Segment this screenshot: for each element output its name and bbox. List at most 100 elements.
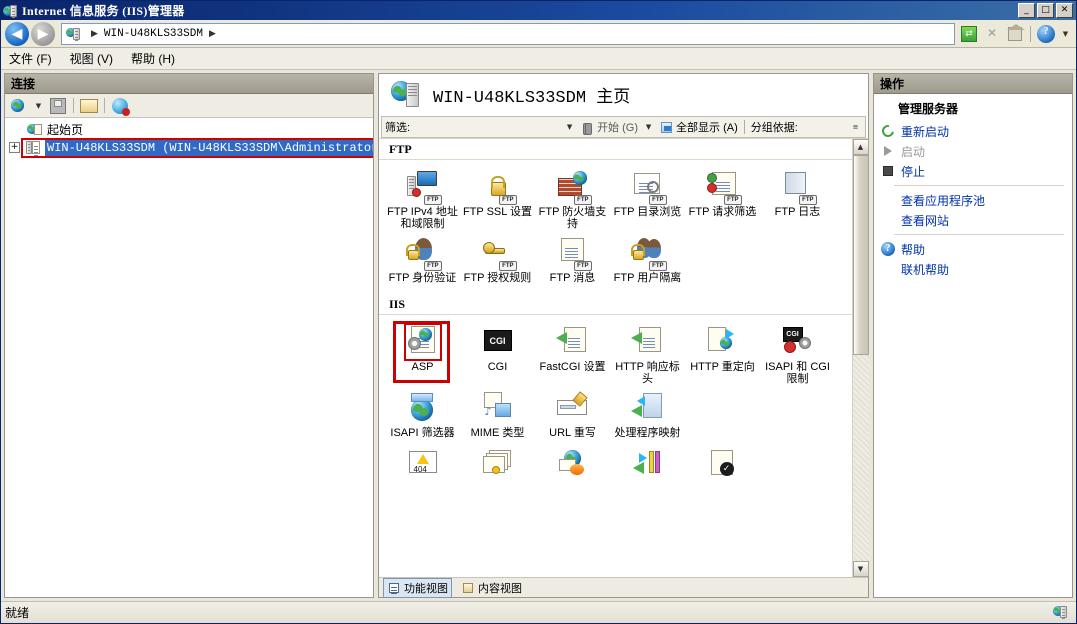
action-help[interactable]: ? 帮助 <box>874 239 1072 259</box>
server-node-icon <box>25 140 41 156</box>
feature-request-filtering[interactable]: ✓ <box>685 445 760 487</box>
spacer-icon <box>880 192 896 208</box>
filter-input[interactable] <box>414 118 560 136</box>
show-all-button[interactable]: 全部显示 (A) <box>659 119 738 135</box>
breadcrumb-server[interactable]: WIN-U48KLS33SDM <box>104 28 203 40</box>
forward-arrow-icon[interactable]: ▶ <box>31 21 55 46</box>
actions-header: 操作 <box>874 74 1072 94</box>
action-restart[interactable]: 重新启动 <box>874 121 1072 141</box>
features-vertical-scrollbar[interactable]: ▲ ▼ <box>852 139 869 577</box>
menu-item-view[interactable]: 视图 (V) <box>70 50 113 67</box>
filter-go-dropdown-arrow-icon[interactable]: ▼ <box>642 119 655 135</box>
minimize-button[interactable]: _ <box>1018 3 1035 18</box>
maximize-button[interactable]: □ <box>1037 3 1054 18</box>
action-stop[interactable]: 停止 <box>874 161 1072 181</box>
back-arrow-icon[interactable]: ◀ <box>5 21 29 46</box>
menu-item-file[interactable]: 文件 (F) <box>9 50 52 67</box>
feature-label: ISAPI 和 CGI 限制 <box>765 361 830 385</box>
scroll-down-button[interactable]: ▼ <box>852 561 869 577</box>
ftp-messages-icon: FTP <box>556 236 592 271</box>
binoculars-icon <box>580 120 595 135</box>
feature-label: ISAPI 筛选器 <box>390 427 455 439</box>
filter-dropdown-arrow-icon[interactable]: ▼ <box>563 119 576 135</box>
feature-grid-ftp: FTP FTP IPv4 地址和域限制 FTP FTP SSL 设置 FTP F… <box>379 160 852 288</box>
home-icon[interactable] <box>1005 23 1025 44</box>
feature-ftp-ipv4-restrictions[interactable]: FTP FTP IPv4 地址和域限制 <box>385 166 460 232</box>
server-certificates-icon <box>481 449 515 483</box>
filter-overflow-icon[interactable]: ≡ <box>849 119 862 135</box>
tree-node-start-page[interactable]: 起始页 <box>9 121 373 138</box>
feature-ftp-firewall-support[interactable]: FTP FTP 防火墙支持 <box>535 166 610 232</box>
feature-ftp-ssl-settings[interactable]: FTP FTP SSL 设置 <box>460 166 535 232</box>
feature-ftp-authorization-rules[interactable]: FTP FTP 授权规则 <box>460 232 535 286</box>
action-online-help[interactable]: 联机帮助 <box>874 259 1072 279</box>
disconnect-icon[interactable] <box>110 96 130 116</box>
connections-header: 连接 <box>5 74 373 94</box>
action-label: 查看应用程序池 <box>901 193 986 208</box>
feature-label: FTP 用户隔离 <box>613 272 682 284</box>
menu-item-help[interactable]: 帮助 (H) <box>131 50 175 67</box>
tree-node-server[interactable]: + WIN-U48KLS33SDM (WIN-U48KLS33SDM\Admin… <box>9 137 373 158</box>
actions-pane: 操作 管理服务器 重新启动 启动 停止 查看应用程序池 查看网站 ? 帮助 联机… <box>873 73 1073 598</box>
address-bar-tools: ⇄ ✕ ? ▼ <box>955 23 1072 44</box>
error-pages-404-icon: 404 <box>406 449 440 483</box>
breadcrumb[interactable]: ▶ WIN-U48KLS33SDM ▶ <box>61 22 955 45</box>
tree-node-label: 起始页 <box>47 124 84 138</box>
scroll-up-button[interactable]: ▲ <box>852 139 869 155</box>
feature-mime-types[interactable]: ♪ MIME 类型 <box>460 387 535 441</box>
actions-group-title: 管理服务器 <box>898 102 959 116</box>
action-view-app-pools[interactable]: 查看应用程序池 <box>874 190 1072 210</box>
feature-ftp-authentication[interactable]: FTP FTP 身份验证 <box>385 232 460 286</box>
close-button[interactable]: ✕ <box>1056 3 1073 18</box>
save-icon[interactable] <box>48 96 68 116</box>
view-tab-bar: 功能视图 内容视图 <box>379 577 868 598</box>
action-start[interactable]: 启动 <box>874 141 1072 161</box>
ftp-badge: FTP <box>649 195 667 205</box>
scrollbar-thumb[interactable] <box>852 155 869 355</box>
feature-fastcgi-settings[interactable]: FastCGI 设置 <box>535 321 610 387</box>
help-icon[interactable]: ? <box>1036 24 1056 44</box>
start-icon <box>880 143 896 159</box>
tab-content-view[interactable]: 内容视图 <box>458 579 525 597</box>
folder-icon[interactable] <box>79 96 99 116</box>
scrollbar-track[interactable] <box>852 155 869 561</box>
group-by-label[interactable]: 分组依据: <box>751 119 798 135</box>
refresh-green-icon[interactable]: ⇄ <box>959 24 979 44</box>
feature-http-response-headers[interactable]: HTTP 响应标头 <box>610 321 685 387</box>
ftp-ssl-settings-icon: FTP <box>481 170 517 205</box>
feature-error-pages[interactable]: 404 <box>385 445 460 487</box>
filter-go-label: 开始 (G) <box>597 122 639 134</box>
status-text: 就绪 <box>5 606 30 620</box>
filter-go-button[interactable]: 开始 (G) <box>580 119 638 135</box>
feature-ftp-logging[interactable]: FTP FTP 日志 <box>760 166 835 232</box>
feature-url-rewrite[interactable]: URL 重写 <box>535 387 610 441</box>
feature-http-redirect[interactable]: HTTP 重定向 <box>685 321 760 387</box>
feature-asp[interactable]: ASP <box>385 321 460 387</box>
feature-isapi-cgi-restrictions[interactable]: CGI ISAPI 和 CGI 限制 <box>760 321 835 387</box>
stop-x-icon[interactable]: ✕ <box>982 24 1002 44</box>
address-bar: ◀ ▶ ▶ WIN-U48KLS33SDM ▶ ⇄ ✕ ? ▼ <box>1 20 1076 48</box>
feature-ftp-request-filtering[interactable]: FTP FTP 请求筛选 <box>685 166 760 232</box>
stop-icon <box>880 163 896 179</box>
feature-handler-mappings[interactable]: 处理程序映射 <box>610 387 685 441</box>
feature-isapi-filters[interactable]: ISAPI 筛选器 <box>385 387 460 441</box>
feature-ftp-messages[interactable]: FTP FTP 消息 <box>535 232 610 286</box>
ftp-ipv4-restrictions-icon: FTP <box>406 170 442 205</box>
feature-worker-processes[interactable] <box>535 445 610 487</box>
connect-dropdown-arrow-icon[interactable]: ▼ <box>32 98 45 114</box>
feature-server-certificates[interactable] <box>460 445 535 487</box>
tree-expander-icon[interactable]: + <box>9 142 20 153</box>
tab-features-view[interactable]: 功能视图 <box>383 577 452 598</box>
action-view-sites[interactable]: 查看网站 <box>874 210 1072 230</box>
ftp-badge: FTP <box>499 261 517 271</box>
feature-output-caching[interactable] <box>610 445 685 487</box>
title-bar: Internet 信息服务 (IIS)管理器 _ □ ✕ <box>1 1 1076 20</box>
dropdown-arrow-icon[interactable]: ▼ <box>1059 26 1072 42</box>
mime-types-icon: ♪ <box>481 391 515 425</box>
http-response-headers-icon <box>630 325 665 359</box>
feature-ftp-directory-browsing[interactable]: FTP FTP 目录浏览 <box>610 166 685 232</box>
cgi-icon: CGI <box>481 325 515 359</box>
feature-ftp-user-isolation[interactable]: FTP FTP 用户隔离 <box>610 232 685 286</box>
connect-globe-icon[interactable] <box>9 96 29 116</box>
feature-cgi[interactable]: CGI CGI <box>460 321 535 387</box>
